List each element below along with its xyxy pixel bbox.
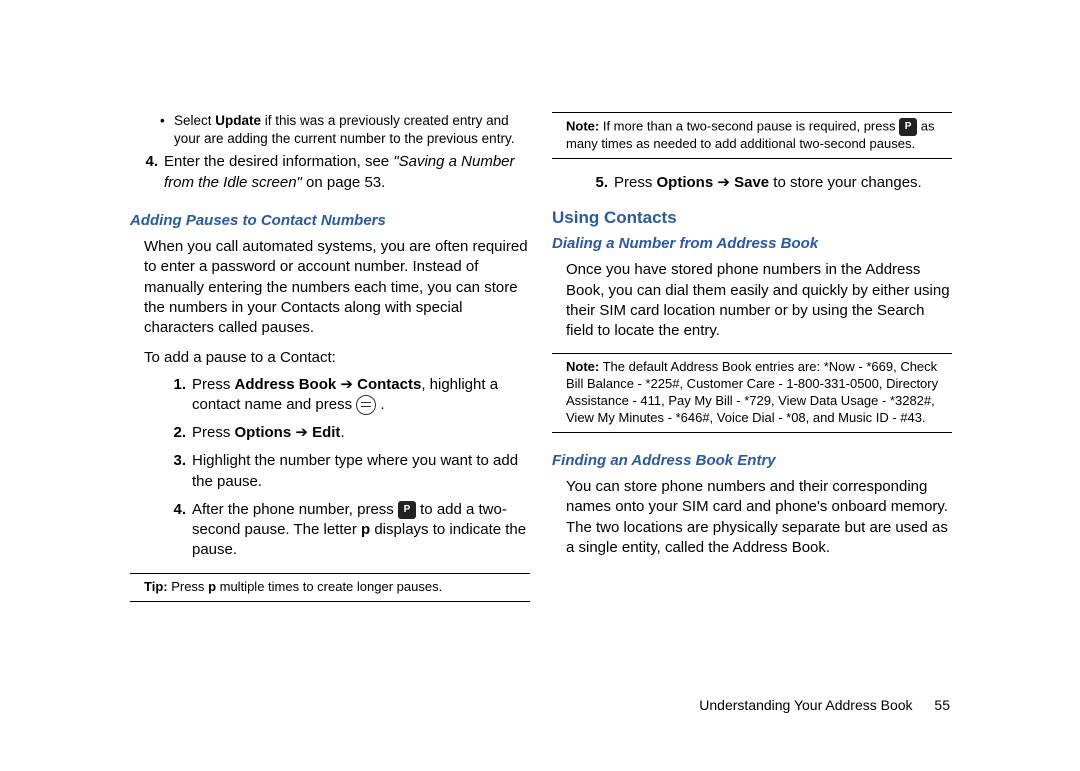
- page-number: 55: [934, 697, 950, 713]
- step-5: 5. Press Options ➔ Save to store your ch…: [552, 173, 952, 193]
- paragraph: You can store phone numbers and their co…: [566, 477, 952, 558]
- pause-key-icon: P: [398, 501, 416, 519]
- bullet-item: • Select Update if this was a previously…: [130, 112, 530, 148]
- text: After the phone number, press: [192, 501, 398, 518]
- paragraph: To add a pause to a Contact:: [144, 348, 530, 368]
- arrow-icon: ➔: [713, 174, 734, 191]
- footer: Understanding Your Address Book 55: [699, 697, 950, 713]
- step-text: Press Address Book ➔ Contacts, highlight…: [192, 375, 530, 416]
- text: .: [376, 396, 384, 413]
- note-label: Note:: [566, 359, 599, 374]
- step-number: 4.: [130, 152, 164, 193]
- heading-dialing: Dialing a Number from Address Book: [552, 234, 952, 254]
- text: to store your changes.: [769, 174, 922, 191]
- center-select-icon: [356, 395, 376, 415]
- paragraph: When you call automated systems, you are…: [144, 237, 530, 338]
- step-4: 4. Enter the desired information, see "S…: [130, 152, 530, 193]
- bullet-dot: •: [130, 112, 174, 148]
- text-bold: Edit: [312, 424, 340, 441]
- text-bold: Address Book: [235, 376, 337, 393]
- text-bold: Save: [734, 174, 769, 191]
- text: Press: [168, 579, 208, 594]
- text: on page 53.: [302, 174, 385, 191]
- text-bold: p: [208, 579, 216, 594]
- step-number: 2.: [158, 423, 192, 443]
- step-text: Enter the desired information, see "Savi…: [164, 152, 530, 193]
- text: The default Address Book entries are: *N…: [566, 359, 938, 425]
- text: .: [340, 424, 344, 441]
- list-step-4: 4. After the phone number, press P to ad…: [130, 500, 530, 561]
- step-number: 3.: [158, 451, 192, 492]
- text: Enter the desired information, see: [164, 153, 393, 170]
- left-column: • Select Update if this was a previously…: [130, 112, 530, 771]
- note-label: Note:: [566, 118, 599, 133]
- footer-text: Understanding Your Address Book: [699, 697, 912, 713]
- step-text: Press Options ➔ Edit.: [192, 423, 530, 443]
- text-bold: p: [361, 521, 370, 538]
- list-step-1: 1. Press Address Book ➔ Contacts, highli…: [130, 375, 530, 416]
- text-bold: Update: [215, 113, 261, 128]
- text: Press: [614, 174, 657, 191]
- text: Select: [174, 113, 215, 128]
- text: If more than a two-second pause is requi…: [599, 118, 899, 133]
- bullet-text: Select Update if this was a previously c…: [174, 112, 530, 148]
- text: Press: [192, 376, 235, 393]
- step-text: Press Options ➔ Save to store your chang…: [614, 173, 952, 193]
- list-step-3: 3. Highlight the number type where you w…: [130, 451, 530, 492]
- note-box: Note: The default Address Book entries a…: [552, 353, 952, 433]
- paragraph: Once you have stored phone numbers in th…: [566, 260, 952, 341]
- arrow-icon: ➔: [336, 376, 357, 393]
- list-step-2: 2. Press Options ➔ Edit.: [130, 423, 530, 443]
- step-number: 1.: [158, 375, 192, 416]
- step-number: 5.: [580, 173, 614, 193]
- heading-finding: Finding an Address Book Entry: [552, 451, 952, 471]
- step-text: Highlight the number type where you want…: [192, 451, 530, 492]
- step-number: 4.: [158, 500, 192, 561]
- pause-key-icon: P: [899, 118, 917, 136]
- arrow-icon: ➔: [291, 424, 312, 441]
- heading-using-contacts: Using Contacts: [552, 207, 952, 230]
- right-column: Note: If more than a two-second pause is…: [552, 112, 952, 771]
- text: multiple times to create longer pauses.: [216, 579, 442, 594]
- heading-adding-pauses: Adding Pauses to Contact Numbers: [130, 211, 530, 231]
- text-bold: Contacts: [357, 376, 421, 393]
- tip-label: Tip:: [144, 579, 168, 594]
- tip-box: Tip: Press p multiple times to create lo…: [130, 573, 530, 602]
- text-bold: Options: [657, 174, 714, 191]
- note-box: Note: If more than a two-second pause is…: [552, 112, 952, 159]
- step-text: After the phone number, press P to add a…: [192, 500, 530, 561]
- page: • Select Update if this was a previously…: [0, 0, 1080, 771]
- text: Press: [192, 424, 235, 441]
- text-bold: Options: [235, 424, 292, 441]
